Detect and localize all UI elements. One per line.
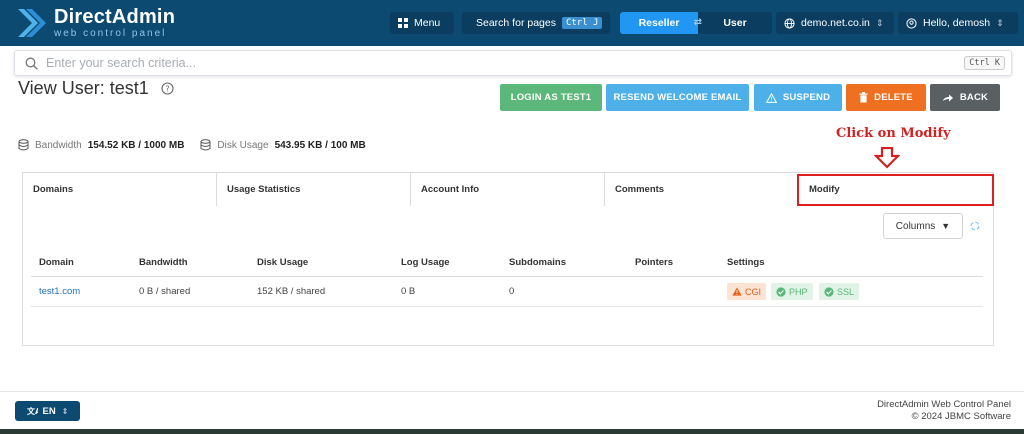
chevron-updown-icon: ⇕: [875, 17, 884, 28]
help-icon[interactable]: ?: [161, 82, 174, 95]
disk-usage-cell: 152 KB / shared: [257, 286, 326, 297]
cgi-badge: CGI: [727, 283, 767, 300]
directadmin-logo[interactable]: DirectAdmin web control panel: [14, 6, 175, 40]
column-header[interactable]: Settings: [727, 257, 764, 268]
column-header[interactable]: Bandwidth: [139, 257, 188, 268]
php-badge: PHP: [771, 283, 813, 300]
user-greeting: Hello, demosh: [923, 17, 991, 29]
search-pages-shortcut: Ctrl J: [561, 17, 603, 29]
column-header[interactable]: Disk Usage: [257, 257, 308, 268]
database-icon: [18, 139, 29, 151]
login-as-user-button[interactable]: LOGIN AS TEST1: [500, 84, 602, 111]
loading-spinner-icon: [970, 221, 980, 231]
logo-chevron-icon: [18, 9, 46, 37]
columns-button[interactable]: Columns ▼: [883, 213, 963, 239]
grid-icon: [398, 18, 408, 28]
footer-copyright: DirectAdmin Web Control Panel © 2024 JBM…: [877, 399, 1011, 422]
subdomains-cell: 0: [509, 286, 515, 297]
column-header[interactable]: Subdomains: [509, 257, 566, 268]
caret-down-icon: ▼: [941, 221, 951, 231]
role-toggle[interactable]: Reseller ⇄ User: [620, 12, 772, 34]
footer-divider: [0, 391, 1024, 392]
swap-icon: ⇄: [693, 17, 702, 28]
tab-comments[interactable]: Comments: [605, 173, 799, 206]
top-bar: DirectAdmin web control panel Menu Searc…: [0, 0, 1024, 46]
back-button[interactable]: BACK: [930, 84, 1000, 111]
tab-modify[interactable]: Modify: [799, 173, 993, 206]
arrow-down-icon: [874, 147, 900, 169]
tab-domains[interactable]: Domains: [23, 173, 217, 206]
column-header[interactable]: Domain: [39, 257, 74, 268]
bandwidth-label: Bandwidth: [35, 139, 82, 151]
search-pages-label: Search for pages: [476, 17, 556, 29]
domain-link[interactable]: test1.com: [39, 286, 80, 297]
table-row: test1.com 0 B / shared 152 KB / shared 0…: [31, 277, 983, 307]
language-selector[interactable]: 文A EN ⇕: [15, 401, 80, 421]
check-circle-icon: [776, 286, 786, 297]
role-reseller[interactable]: Reseller ⇄: [620, 12, 702, 34]
brand-title: DirectAdmin: [54, 6, 176, 28]
domain-selector[interactable]: demo.net.co.in ⇕: [776, 12, 894, 34]
trash-icon: [859, 92, 868, 103]
globe-icon: [784, 17, 795, 29]
disk-usage-label: Disk Usage: [217, 139, 269, 151]
tab-usage-statistics[interactable]: Usage Statistics: [217, 173, 411, 206]
search-input[interactable]: [46, 56, 926, 70]
suspend-button[interactable]: SUSPEND: [754, 84, 842, 111]
menu-label: Menu: [414, 17, 441, 29]
resend-welcome-email-button[interactable]: RESEND WELCOME EMAIL: [606, 84, 749, 111]
menu-button[interactable]: Menu: [390, 12, 454, 34]
ssl-badge: SSL: [819, 283, 860, 300]
page-title: View User: test1 ?: [18, 78, 174, 99]
warning-icon: [765, 92, 777, 103]
brand-subtitle: web control panel: [54, 28, 167, 39]
search-icon: [25, 57, 38, 70]
annotation-label: Click on Modify: [836, 126, 951, 141]
chevron-updown-icon: ⇕: [61, 406, 69, 416]
user-menu[interactable]: Hello, demosh ⇕: [898, 12, 1018, 34]
translate-icon: 文A: [27, 406, 38, 416]
search-shortcut: Ctrl K: [964, 56, 1005, 70]
table-header: Domain Bandwidth Disk Usage Log Usage Su…: [31, 249, 983, 277]
disk-usage-value: 543.95 KB / 100 MB: [274, 139, 366, 151]
user-details-panel: Domains Usage Statistics Account Info Co…: [22, 172, 994, 346]
svg-text:文A: 文A: [27, 406, 38, 416]
delete-button[interactable]: DELETE: [846, 84, 926, 111]
database-icon: [200, 139, 211, 151]
domain-label: demo.net.co.in: [801, 17, 870, 29]
arrow-right-icon: [942, 94, 953, 101]
bandwidth-cell: 0 B / shared: [139, 286, 191, 297]
usage-summary: Bandwidth 154.52 KB / 1000 MB Disk Usage…: [18, 139, 382, 151]
column-header[interactable]: Pointers: [635, 257, 673, 268]
svg-text:?: ?: [165, 84, 169, 93]
global-search-bar: Ctrl K: [14, 50, 1012, 76]
bottom-edge: [0, 429, 1024, 434]
search-pages-button[interactable]: Search for pages Ctrl J: [462, 12, 610, 34]
warning-icon: [732, 287, 742, 296]
user-circle-icon: [906, 17, 917, 29]
role-user[interactable]: User: [698, 12, 772, 34]
chevron-updown-icon: ⇕: [996, 17, 1004, 28]
bandwidth-value: 154.52 KB / 1000 MB: [87, 139, 185, 151]
column-header[interactable]: Log Usage: [401, 257, 450, 268]
tab-account-info[interactable]: Account Info: [411, 173, 605, 206]
tab-bar: Domains Usage Statistics Account Info Co…: [23, 173, 993, 206]
check-circle-icon: [824, 286, 834, 297]
log-usage-cell: 0 B: [401, 286, 416, 297]
